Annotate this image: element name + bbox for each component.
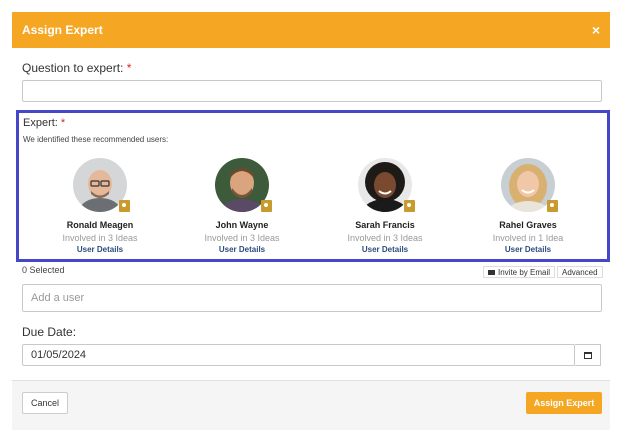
advanced-button[interactable]: Advanced: [557, 266, 603, 278]
expert-ideas: Involved in 1 Idea: [492, 233, 564, 243]
invite-by-email-button[interactable]: Invite by Email: [483, 266, 556, 278]
user-details-link[interactable]: User Details: [45, 245, 155, 254]
question-label: Question to expert: *: [22, 61, 131, 75]
dialog-header: Assign Expert ×: [12, 12, 610, 48]
expert-name: Ronald Meagen: [66, 220, 134, 230]
user-details-link[interactable]: User Details: [473, 245, 583, 254]
question-input[interactable]: [22, 80, 602, 102]
required-mark: *: [126, 61, 132, 75]
due-date-input[interactable]: [22, 344, 575, 366]
expert-name: Rahel Graves: [499, 220, 557, 230]
expert-name: John Wayne: [215, 220, 269, 230]
invite-by-email-label: Invite by Email: [498, 267, 551, 277]
expert-label: Expert: *: [23, 117, 65, 129]
award-badge-icon: [404, 200, 415, 212]
user-details-link[interactable]: User Details: [330, 245, 440, 254]
add-user-input[interactable]: [22, 284, 602, 312]
expert-name: Sarah Francis: [355, 220, 415, 230]
expert-ideas: Involved in 3 Ideas: [204, 233, 280, 243]
expert-label-text: Expert:: [23, 117, 58, 129]
award-badge-icon: [261, 200, 272, 212]
selected-count: 0 Selected: [22, 265, 65, 275]
envelope-icon: [488, 269, 495, 275]
award-badge-icon: [119, 200, 130, 212]
expert-card[interactable]: John Wayne Involved in 3 Ideas User Deta…: [187, 158, 297, 254]
expert-card[interactable]: Ronald Meagen Involved in 3 Ideas User D…: [45, 158, 155, 254]
due-date-label: Due Date:: [22, 325, 77, 339]
cancel-button[interactable]: Cancel: [22, 392, 68, 414]
user-details-link[interactable]: User Details: [187, 245, 297, 254]
date-picker-button[interactable]: [575, 344, 601, 366]
avatar-wrap: [215, 158, 272, 212]
avatar-wrap: [358, 158, 415, 212]
expert-card[interactable]: Rahel Graves Involved in 1 Idea User Det…: [473, 158, 583, 254]
close-icon[interactable]: ×: [592, 23, 600, 37]
expert-subtitle: We identified these recommended users:: [23, 135, 169, 144]
dialog-footer: Cancel Assign Expert: [12, 380, 610, 430]
dialog-title: Assign Expert: [22, 23, 103, 37]
expert-section: Expert: * We identified these recommende…: [16, 110, 610, 262]
assign-expert-button[interactable]: Assign Expert: [526, 392, 602, 414]
award-badge-icon: [547, 200, 558, 212]
expert-card[interactable]: Sarah Francis Involved in 3 Ideas User D…: [330, 158, 440, 254]
expert-ideas: Involved in 3 Ideas: [347, 233, 423, 243]
question-label-text: Question to expert:: [22, 61, 124, 75]
avatar-wrap: [501, 158, 558, 212]
expert-ideas: Involved in 3 Ideas: [62, 233, 138, 243]
calendar-icon: [583, 351, 592, 359]
advanced-label: Advanced: [562, 267, 598, 277]
required-mark: *: [60, 117, 66, 129]
avatar-wrap: [73, 158, 130, 212]
